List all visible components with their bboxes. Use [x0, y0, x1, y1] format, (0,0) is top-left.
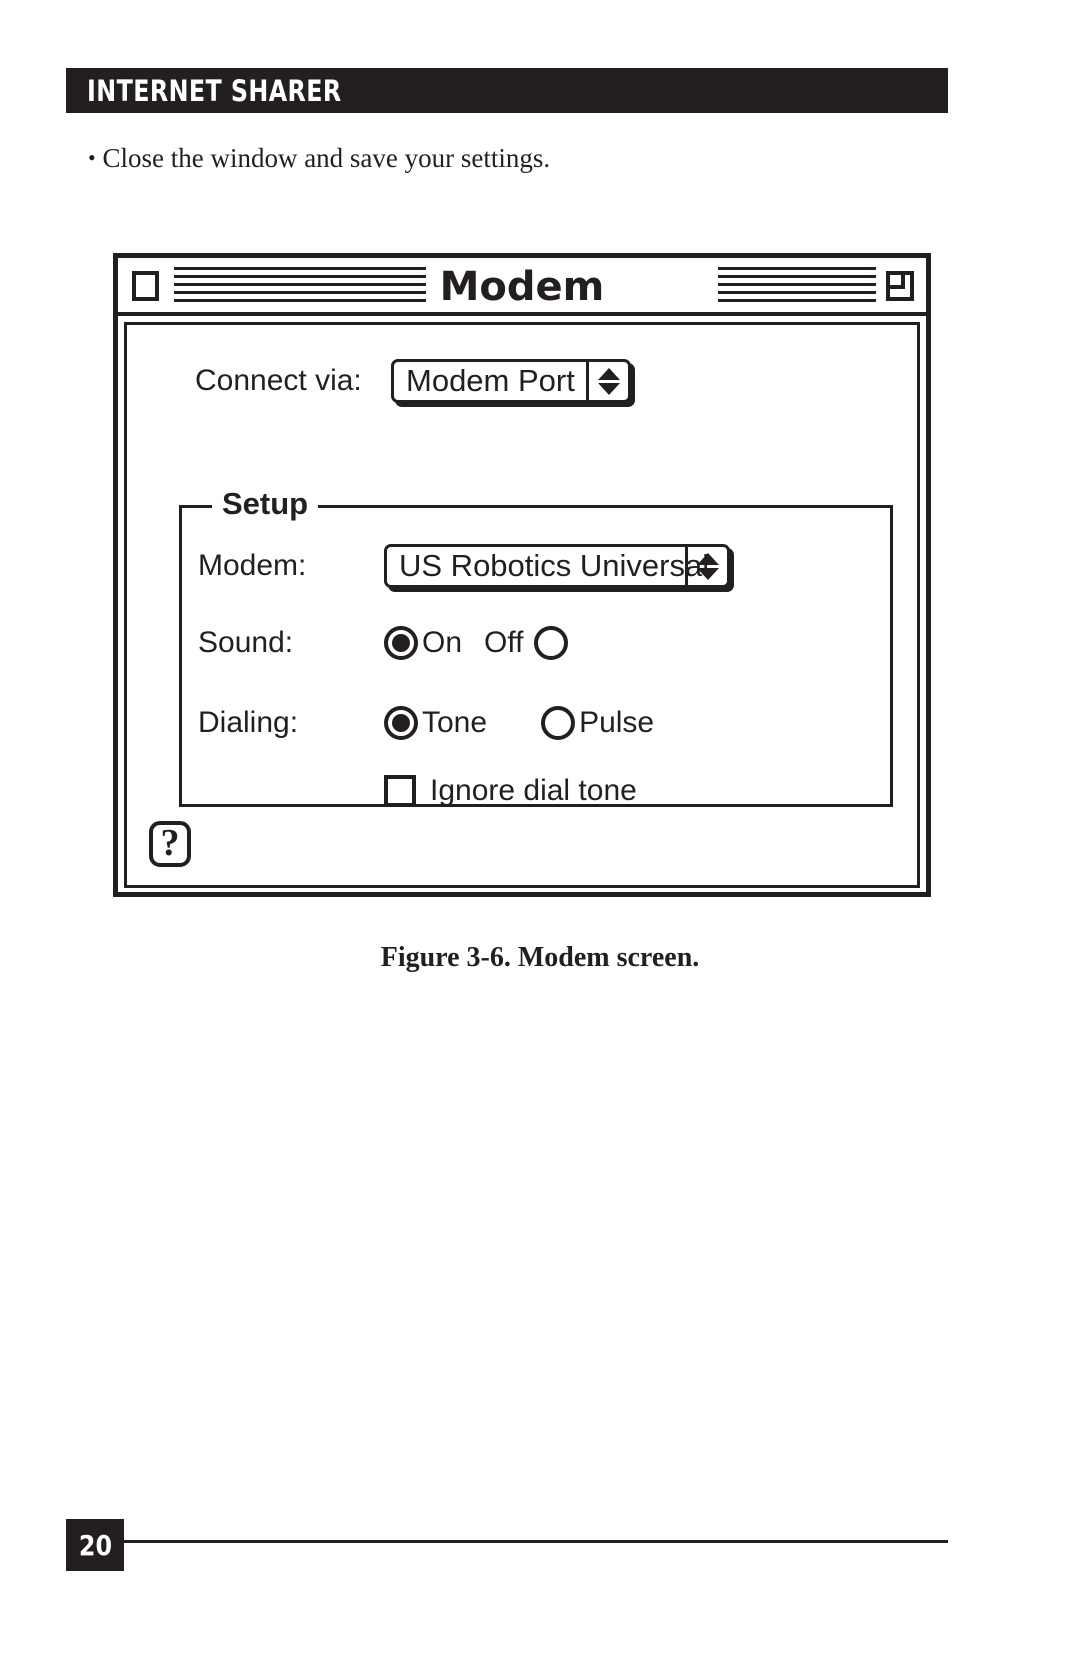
sound-label: Sound:: [198, 626, 294, 659]
radio-button-dialing-tone[interactable]: [384, 706, 418, 740]
titlebar-stripes-left: [174, 267, 434, 305]
help-button[interactable]: ?: [149, 821, 191, 867]
dialog-titlebar[interactable]: Modem: [118, 258, 926, 316]
dialing-row: Dialing: Tone Pulse: [198, 706, 654, 740]
connect-via-label: Connect via:: [195, 364, 362, 397]
dialing-option-pulse[interactable]: Pulse: [541, 706, 654, 740]
sound-option-on-label: On: [422, 626, 463, 659]
radio-button-sound-off[interactable]: [533, 626, 568, 660]
setup-group-legend: Setup: [212, 486, 319, 522]
radio-button-sound-on[interactable]: [384, 626, 418, 660]
up-down-arrows-icon[interactable]: [685, 547, 727, 585]
bullet-glyph-icon: •: [88, 145, 96, 170]
modem-row: Modem: US Robotics Universal: [198, 544, 730, 588]
modem-value: US Robotics Universal: [399, 548, 710, 583]
ignore-dial-tone-row[interactable]: Ignore dial tone: [384, 774, 637, 808]
modem-label: Modem:: [198, 549, 307, 582]
setup-group-box: Setup Modem: US Robotics Universal Sound…: [179, 486, 893, 808]
question-mark-icon: ?: [160, 821, 180, 864]
footer-rule: [66, 1540, 948, 1543]
sound-row: Sound: On Off: [198, 626, 568, 660]
sound-option-off-label: Off: [484, 626, 524, 659]
dialing-option-tone[interactable]: Tone: [384, 706, 487, 740]
page-number: 20: [78, 1528, 112, 1562]
modem-popup-menu[interactable]: US Robotics Universal: [384, 544, 730, 588]
dialog-content: Connect via: Modem Port Setup Modem: US …: [124, 322, 920, 888]
dialing-label: Dialing:: [198, 706, 299, 739]
arrow-down-icon: [696, 567, 719, 580]
figure-caption: Figure 3-6. Modem screen.: [380, 942, 700, 973]
up-down-arrows-icon[interactable]: [586, 362, 628, 400]
ignore-dial-tone-label: Ignore dial tone: [430, 774, 637, 807]
modem-dialog-window: Modem Connect via: Modem Port Setup Mode…: [113, 253, 931, 897]
dialing-option-pulse-label: Pulse: [579, 706, 655, 739]
sound-option-on[interactable]: On: [384, 626, 462, 660]
arrow-up-icon: [597, 367, 620, 380]
connect-via-popup-menu[interactable]: Modem Port: [391, 359, 631, 403]
dialog-title: Modem: [425, 264, 619, 310]
running-header-bar: INTERNET SHARER: [66, 68, 948, 113]
body-bullet-text: Close the window and save your settings.: [102, 143, 551, 173]
connect-via-row: Connect via: Modem Port: [195, 359, 631, 403]
arrow-up-icon: [696, 552, 719, 565]
body-bullet-item: • Close the window and save your setting…: [88, 143, 550, 174]
running-header-title: INTERNET SHARER: [87, 73, 342, 108]
arrow-down-icon: [597, 382, 620, 395]
titlebar-stripes-right: [718, 267, 876, 305]
zoom-box-icon[interactable]: [886, 271, 914, 301]
radio-button-dialing-pulse[interactable]: [541, 706, 576, 740]
page-number-badge: 20: [66, 1519, 124, 1571]
dialing-option-tone-label: Tone: [422, 706, 488, 739]
close-box-icon[interactable]: [132, 271, 159, 301]
checkbox-ignore-dial-tone[interactable]: [384, 775, 416, 807]
connect-via-value: Modem Port: [406, 363, 575, 398]
sound-option-off[interactable]: Off: [484, 626, 568, 660]
